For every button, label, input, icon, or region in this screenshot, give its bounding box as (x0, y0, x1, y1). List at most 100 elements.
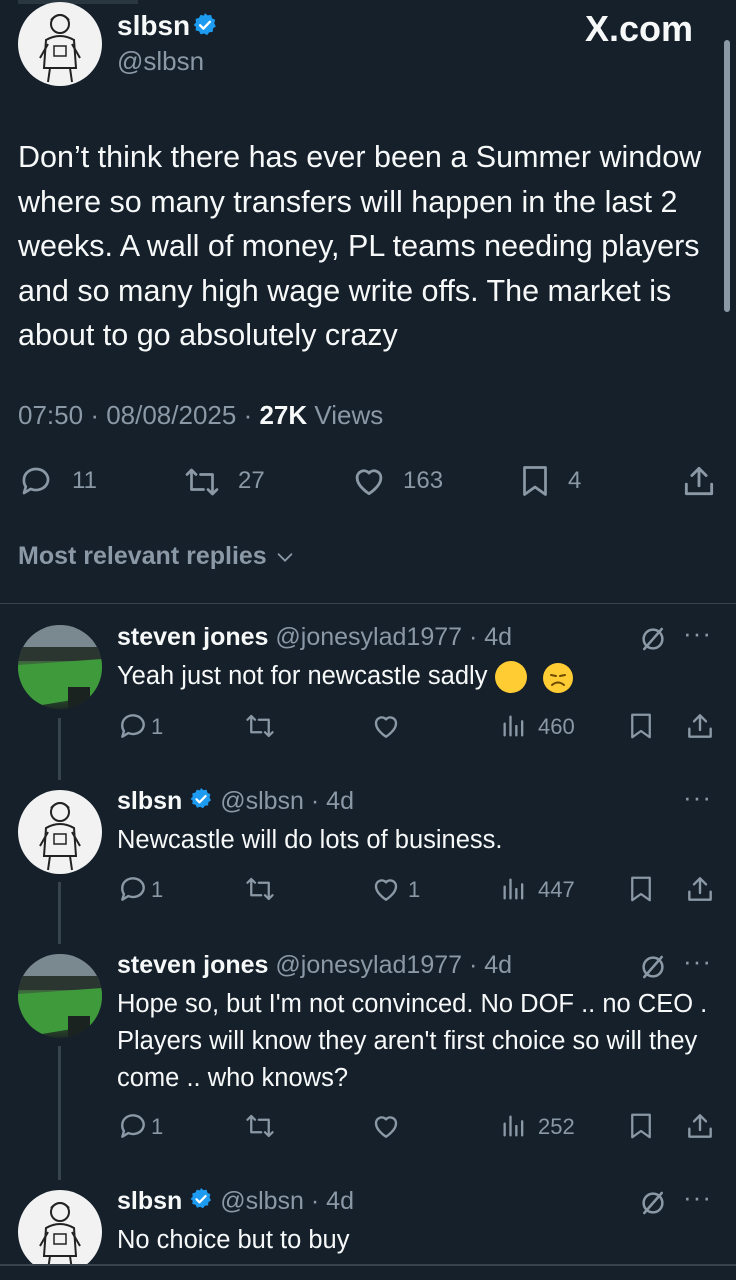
reply-author-name[interactable]: steven jones (117, 623, 268, 651)
reply-author-name[interactable]: steven jones (117, 951, 268, 979)
reply-reply-count: 1 (151, 877, 164, 902)
speech-bubble-icon[interactable] (117, 710, 149, 742)
reply-header: slbsn @slbsn · 4d (117, 787, 354, 818)
reply-text: Newcastle will do lots of business. (117, 826, 503, 854)
avatar-sketch-icon (39, 14, 81, 83)
bottom-divider (0, 1264, 736, 1266)
bar-chart-icon[interactable] (500, 1112, 528, 1140)
reply-author-handle[interactable]: @slbsn (220, 1187, 304, 1215)
share-upload-icon[interactable] (680, 462, 718, 500)
reply-author-handle[interactable]: @jonesylad1977 (275, 623, 462, 651)
reply-reply-count: 1 (151, 714, 164, 739)
views-count: 27K (259, 400, 308, 430)
thread-connector (58, 1046, 61, 1180)
site-logo: X.com (585, 8, 694, 49)
bookmark-icon[interactable] (517, 462, 553, 500)
reply-header: steven jones @jonesylad1977 · 4d (117, 951, 512, 980)
heart-icon[interactable] (350, 462, 388, 500)
avatar-sketch-icon (39, 1202, 81, 1271)
tweet-meta: 07:50 · 08/08/2025 · 27K Views (18, 400, 383, 431)
bar-chart-icon[interactable] (500, 875, 528, 903)
reply-header: slbsn @slbsn · 4d (117, 1187, 354, 1218)
verified-badge-icon (189, 787, 213, 818)
tweet-date[interactable]: 08/08/2025 (106, 400, 236, 430)
speech-bubble-icon[interactable] (117, 873, 149, 905)
share-upload-icon[interactable] (684, 710, 716, 742)
stadium-photo-icon (18, 954, 102, 1038)
reply-text-body: Yeah just not for newcastle sadly (117, 662, 488, 690)
more-dots-icon[interactable]: ··· (683, 618, 712, 649)
reply-age[interactable]: 4d (484, 623, 512, 651)
share-upload-icon[interactable] (684, 1110, 716, 1142)
slashed-circle-icon[interactable] (638, 1188, 668, 1218)
slashed-circle-icon[interactable] (638, 624, 668, 654)
author-handle[interactable]: @slbsn (117, 46, 204, 77)
repost-arrows-icon[interactable] (243, 711, 277, 741)
reply-reply-count: 1 (151, 1114, 164, 1139)
chevron-down-icon (277, 553, 293, 563)
cropped-top-edge (18, 0, 138, 4)
verified-badge-icon (192, 12, 218, 43)
scrollbar[interactable] (724, 40, 730, 312)
reply-text: Yeah just not for newcastle sadly 😞 (117, 658, 717, 695)
reply-author-name[interactable]: slbsn (117, 787, 182, 815)
reply-author-handle[interactable]: @jonesylad1977 (275, 951, 462, 979)
meta-separator: · (462, 623, 485, 651)
reply-avatar[interactable] (18, 625, 102, 709)
meta-separator: · (243, 400, 260, 430)
replies-sort-dropdown[interactable]: Most relevant replies (18, 542, 296, 571)
replies-sort-label: Most relevant replies (18, 542, 267, 570)
tweet-text: Don’t think there has ever been a Summer… (18, 140, 702, 352)
reply-views-count: 252 (538, 1114, 575, 1139)
repost-arrows-icon[interactable] (243, 1111, 277, 1141)
more-dots-icon[interactable]: ··· (683, 1182, 712, 1213)
meta-separator: · (303, 1187, 327, 1216)
meta-separator: · (90, 400, 107, 430)
reply-age[interactable]: 4d (326, 1187, 354, 1215)
share-upload-icon[interactable] (684, 873, 716, 905)
meta-separator: · (462, 951, 485, 979)
heart-icon[interactable] (370, 710, 402, 742)
thread-connector (58, 882, 61, 944)
repost-count: 27 (238, 467, 265, 494)
reply-text: No choice but to buy (117, 1226, 350, 1254)
sad-face-emoji: 😞 (494, 661, 527, 694)
speech-bubble-icon[interactable] (18, 463, 54, 499)
author-name[interactable]: slbsn (117, 10, 190, 42)
reply-like-count: 1 (408, 877, 421, 902)
reply-avatar[interactable] (18, 1190, 102, 1274)
tweet-time[interactable]: 07:50 (18, 400, 83, 430)
author-avatar[interactable] (18, 2, 102, 86)
reply-views-count: 447 (538, 877, 575, 902)
bookmark-icon[interactable] (626, 710, 656, 742)
reply-views-count: 460 (538, 714, 575, 739)
more-dots-icon[interactable]: ··· (683, 946, 712, 977)
divider (0, 603, 736, 604)
repost-arrows-icon[interactable] (243, 874, 277, 904)
reply-avatar[interactable] (18, 790, 102, 874)
avatar-sketch-icon (39, 802, 81, 871)
reply-avatar[interactable] (18, 954, 102, 1038)
reply-count: 11 (72, 467, 97, 494)
more-dots-icon[interactable]: ··· (683, 782, 712, 813)
reply-age[interactable]: 4d (326, 787, 354, 815)
like-count: 163 (403, 467, 444, 494)
reply-header: steven jones @jonesylad1977 · 4d (117, 623, 512, 652)
speech-bubble-icon[interactable] (117, 1110, 149, 1142)
heart-icon[interactable] (370, 873, 402, 905)
reply-text: Hope so, but I'm not convinced. No DOF .… (117, 990, 708, 1092)
sad-face-overlay-icon (543, 663, 573, 693)
repost-arrows-icon[interactable] (182, 464, 222, 500)
meta-separator: · (303, 787, 327, 816)
heart-icon[interactable] (370, 1110, 402, 1142)
stadium-photo-icon (18, 625, 102, 709)
reply-author-name[interactable]: slbsn (117, 1187, 182, 1215)
reply-age[interactable]: 4d (484, 951, 512, 979)
bookmark-icon[interactable] (626, 873, 656, 905)
bookmark-count: 4 (568, 467, 582, 494)
slashed-circle-icon[interactable] (638, 952, 668, 982)
bottom-edge (0, 1264, 736, 1280)
bookmark-icon[interactable] (626, 1110, 656, 1142)
bar-chart-icon[interactable] (500, 712, 528, 740)
reply-author-handle[interactable]: @slbsn (220, 787, 304, 815)
